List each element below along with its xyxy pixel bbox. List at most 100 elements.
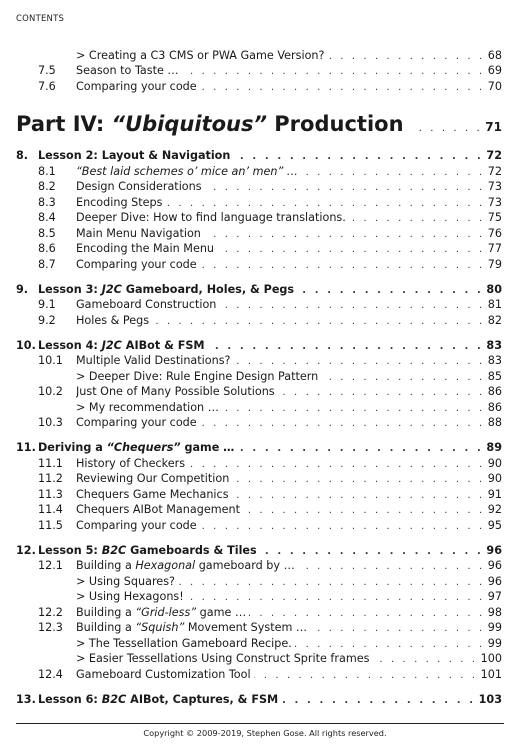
toc-part-heading[interactable]: Part IV: “Ubiquitous” Production . . . .… — [16, 112, 502, 142]
toc-subsection-entry[interactable]: > Using Hexagons!. . . . . . . . . . . .… — [0, 589, 530, 605]
entry-number: 7.6 — [38, 80, 56, 93]
toc-section-entry[interactable]: 10.1 Multiple Valid Destinations?. . . . … — [0, 353, 530, 369]
entry-title-text: Season to Taste … — [76, 64, 179, 77]
entry-title: Chequers Game Mechanics — [76, 487, 232, 503]
toc-section-entry[interactable]: 9.2 Holes & Pegs. . . . . . . . . . . . .… — [0, 313, 530, 329]
entry-number: 11.5 — [38, 519, 63, 532]
entry-title-text: > Using Squares? — [76, 575, 175, 588]
toc-section-entry[interactable]: 8.1 “Best laid schemes o’ mice an’ men” …… — [0, 164, 530, 180]
entry-title-text: > My recommendation … — [76, 401, 219, 414]
toc-section-entry[interactable]: 12.3 Building a “Squish” Movement System … — [0, 620, 530, 636]
toc-section-entry[interactable]: 9.1 Gameboard Construction. . . . . . . .… — [0, 297, 530, 313]
entry-title: Building a “Squish” Movement System … — [76, 620, 310, 636]
entry-page-number: 96 — [487, 559, 502, 572]
dot-leader: . . . . . . . . . . . . . . . . . . . . … — [349, 213, 485, 224]
dot-leader: . . . . . . . . . . . . . . . . . . . . … — [278, 387, 485, 398]
dot-leader: . . . . . . . . . . . . . . . . . . . . … — [281, 695, 476, 706]
entry-title-text: Chequers Game Mechanics — [76, 488, 229, 501]
toc-chapter-entry[interactable]: 13. Lesson 6: B2C AIBot, Captures, & FSM.… — [0, 692, 530, 708]
toc-section-entry[interactable]: 8.4 Deeper Dive: How to find language tra… — [0, 210, 530, 226]
entry-line: Multiple Valid Destinations?. . . . . . … — [76, 353, 502, 370]
toc-section-entry[interactable]: 8.7 Comparing your code. . . . . . . . . … — [0, 257, 530, 273]
entry-title-text: “Best laid schemes o’ mice an’ men” … — [76, 165, 298, 178]
entry-title-post: game … — [180, 441, 235, 454]
toc-subsection-entry[interactable]: > Using Squares?. . . . . . . . . . . . … — [0, 574, 530, 590]
entry-title: > Using Squares? — [76, 574, 178, 590]
toc-section-entry[interactable]: 11.2 Reviewing Our Competition. . . . . .… — [0, 471, 530, 487]
entry-title-text: Just One of Many Possible Solutions — [76, 385, 275, 398]
entry-title-pre: Building a — [76, 606, 136, 619]
toc-section-entry[interactable]: 12.4 Gameboard Customization Tool. . . . … — [0, 667, 530, 683]
entry-page-number: 90 — [487, 457, 502, 470]
entry-title: Comparing your code — [76, 415, 200, 431]
entry-page-number: 96 — [486, 544, 502, 557]
entry-title: > Creating a C3 CMS or PWA Game Version? — [76, 48, 327, 64]
entry-title: Season to Taste … — [76, 63, 182, 79]
toc-subsection-entry[interactable]: > The Tessellation Gameboard Recipe.. . … — [0, 636, 530, 652]
toc-section-entry[interactable]: 11.4 Chequers AIBot Management. . . . . .… — [0, 502, 530, 518]
entry-title: Lesson 2: Layout & Navigation — [38, 148, 233, 164]
entry-title-pre: Lesson 5: — [38, 544, 102, 557]
dot-leader: . . . . . . . . . . . . . . . . . . . . … — [187, 592, 485, 603]
toc-chapter-entry[interactable]: 11. Deriving a “Chequers” game …. . . . .… — [0, 440, 530, 456]
toc-chapter-entry[interactable]: 12. Lesson 5: B2C Gameboards & Tiles. . .… — [0, 543, 530, 559]
entry-title-post: game … — [196, 606, 247, 619]
entry-title-post: gameboard by … — [195, 559, 295, 572]
entry-title: Gameboard Customization Tool — [76, 667, 254, 683]
entry-number: 10.3 — [38, 416, 63, 429]
entry-number: 11.3 — [38, 488, 63, 501]
entry-line: Deeper Dive: How to find language transl… — [76, 210, 502, 227]
toc-subsection-entry[interactable]: > Easier Tessellations Using Construct S… — [0, 651, 530, 667]
toc-section-entry[interactable]: 8.5 Main Menu Navigation. . . . . . . . .… — [0, 226, 530, 242]
dot-leader: . . . . . . . . . . . . . . . . . . . . … — [232, 474, 485, 485]
toc-chapter-entry[interactable]: 9. Lesson 3: J2C Gameboard, Holes, & Pegs… — [0, 282, 530, 298]
entry-title: Just One of Many Possible Solutions — [76, 384, 278, 400]
toc-section-entry[interactable]: 8.3 Encoding Steps. . . . . . . . . . . .… — [0, 195, 530, 211]
toc-section-entry[interactable]: 12.1 Building a Hexagonal gameboard by ….… — [0, 558, 530, 574]
toc-chapter-entry[interactable]: 10. Lesson 4: J2C AIBot & FSM. . . . . . … — [0, 338, 530, 354]
entry-title-text: Comparing your code — [76, 80, 197, 93]
toc-subsection-entry[interactable]: > Deeper Dive: Rule Engine Design Patter… — [0, 369, 530, 385]
entry-line: Comparing your code. . . . . . . . . . .… — [76, 518, 502, 535]
entry-page-number: 98 — [487, 606, 502, 619]
entry-title: Comparing your code — [76, 79, 200, 95]
toc-section-entry[interactable]: 11.1 History of Checkers. . . . . . . . .… — [0, 456, 530, 472]
entry-number: 13. — [16, 693, 36, 706]
toc-chapter-entry[interactable]: 8. Lesson 2: Layout & Navigation. . . . .… — [0, 148, 530, 164]
entry-page-number: 68 — [487, 49, 502, 62]
toc-section-entry[interactable]: 8.2 Design Considerations. . . . . . . . … — [0, 179, 530, 195]
toc-section-entry[interactable]: 10.2 Just One of Many Possible Solutions.… — [0, 384, 530, 400]
entry-line: Comparing your code. . . . . . . . . . .… — [76, 415, 502, 432]
entry-line: Season to Taste …. . . . . . . . . . . .… — [76, 63, 502, 80]
entry-number: 11.2 — [38, 472, 63, 485]
entry-page-number: 72 — [486, 149, 502, 162]
entry-title: Deeper Dive: How to find language transl… — [76, 210, 349, 226]
entry-title-post: Gameboard, Holes, & Pegs — [121, 283, 295, 296]
entry-title: “Best laid schemes o’ mice an’ men” … — [76, 164, 301, 180]
toc-section-entry[interactable]: 7.6 Comparing your code. . . . . . . . . … — [0, 79, 530, 95]
toc-section-entry[interactable]: 7.5 Season to Taste …. . . . . . . . . . … — [0, 63, 530, 79]
entry-page-number: 86 — [487, 385, 502, 398]
entry-title-pre: Deriving a — [38, 441, 107, 454]
toc-section-entry[interactable]: 10.3 Comparing your code. . . . . . . . .… — [0, 415, 530, 431]
entry-page-number: 95 — [487, 519, 502, 532]
entry-page-number: 89 — [486, 441, 502, 454]
entry-line: Just One of Many Possible Solutions. . .… — [76, 384, 502, 401]
entry-number: 12.4 — [38, 668, 63, 681]
dot-leader: . . . . . . . . . . . . . . . . . . . . … — [233, 151, 484, 162]
entry-title: Lesson 4: J2C AIBot & FSM — [38, 338, 208, 354]
toc-section-entry[interactable]: 11.3 Chequers Game Mechanics. . . . . . .… — [0, 487, 530, 503]
toc-section-entry[interactable]: 8.6 Encoding the Main Menu. . . . . . . .… — [0, 241, 530, 257]
entry-number: 10.1 — [38, 354, 63, 367]
toc-section-entry[interactable]: 12.2 Building a “Grid-less” game …. . . .… — [0, 605, 530, 621]
entry-title: > Using Hexagons! — [76, 589, 187, 605]
entry-number: 12. — [16, 544, 36, 557]
toc-subsection-entry[interactable]: > Creating a C3 CMS or PWA Game Version?… — [0, 48, 530, 64]
toc-section-entry[interactable]: 11.5 Comparing your code. . . . . . . . .… — [0, 518, 530, 534]
entry-number: 9.1 — [38, 298, 56, 311]
entry-title: Building a “Grid-less” game … — [76, 605, 249, 621]
dot-leader: . . . . . . . . . . . . . . . . . . . . … — [200, 82, 485, 93]
entry-page-number: 80 — [486, 283, 502, 296]
toc-subsection-entry[interactable]: > My recommendation …. . . . . . . . . .… — [0, 400, 530, 416]
entry-line: Gameboard Customization Tool. . . . . . … — [76, 667, 502, 684]
